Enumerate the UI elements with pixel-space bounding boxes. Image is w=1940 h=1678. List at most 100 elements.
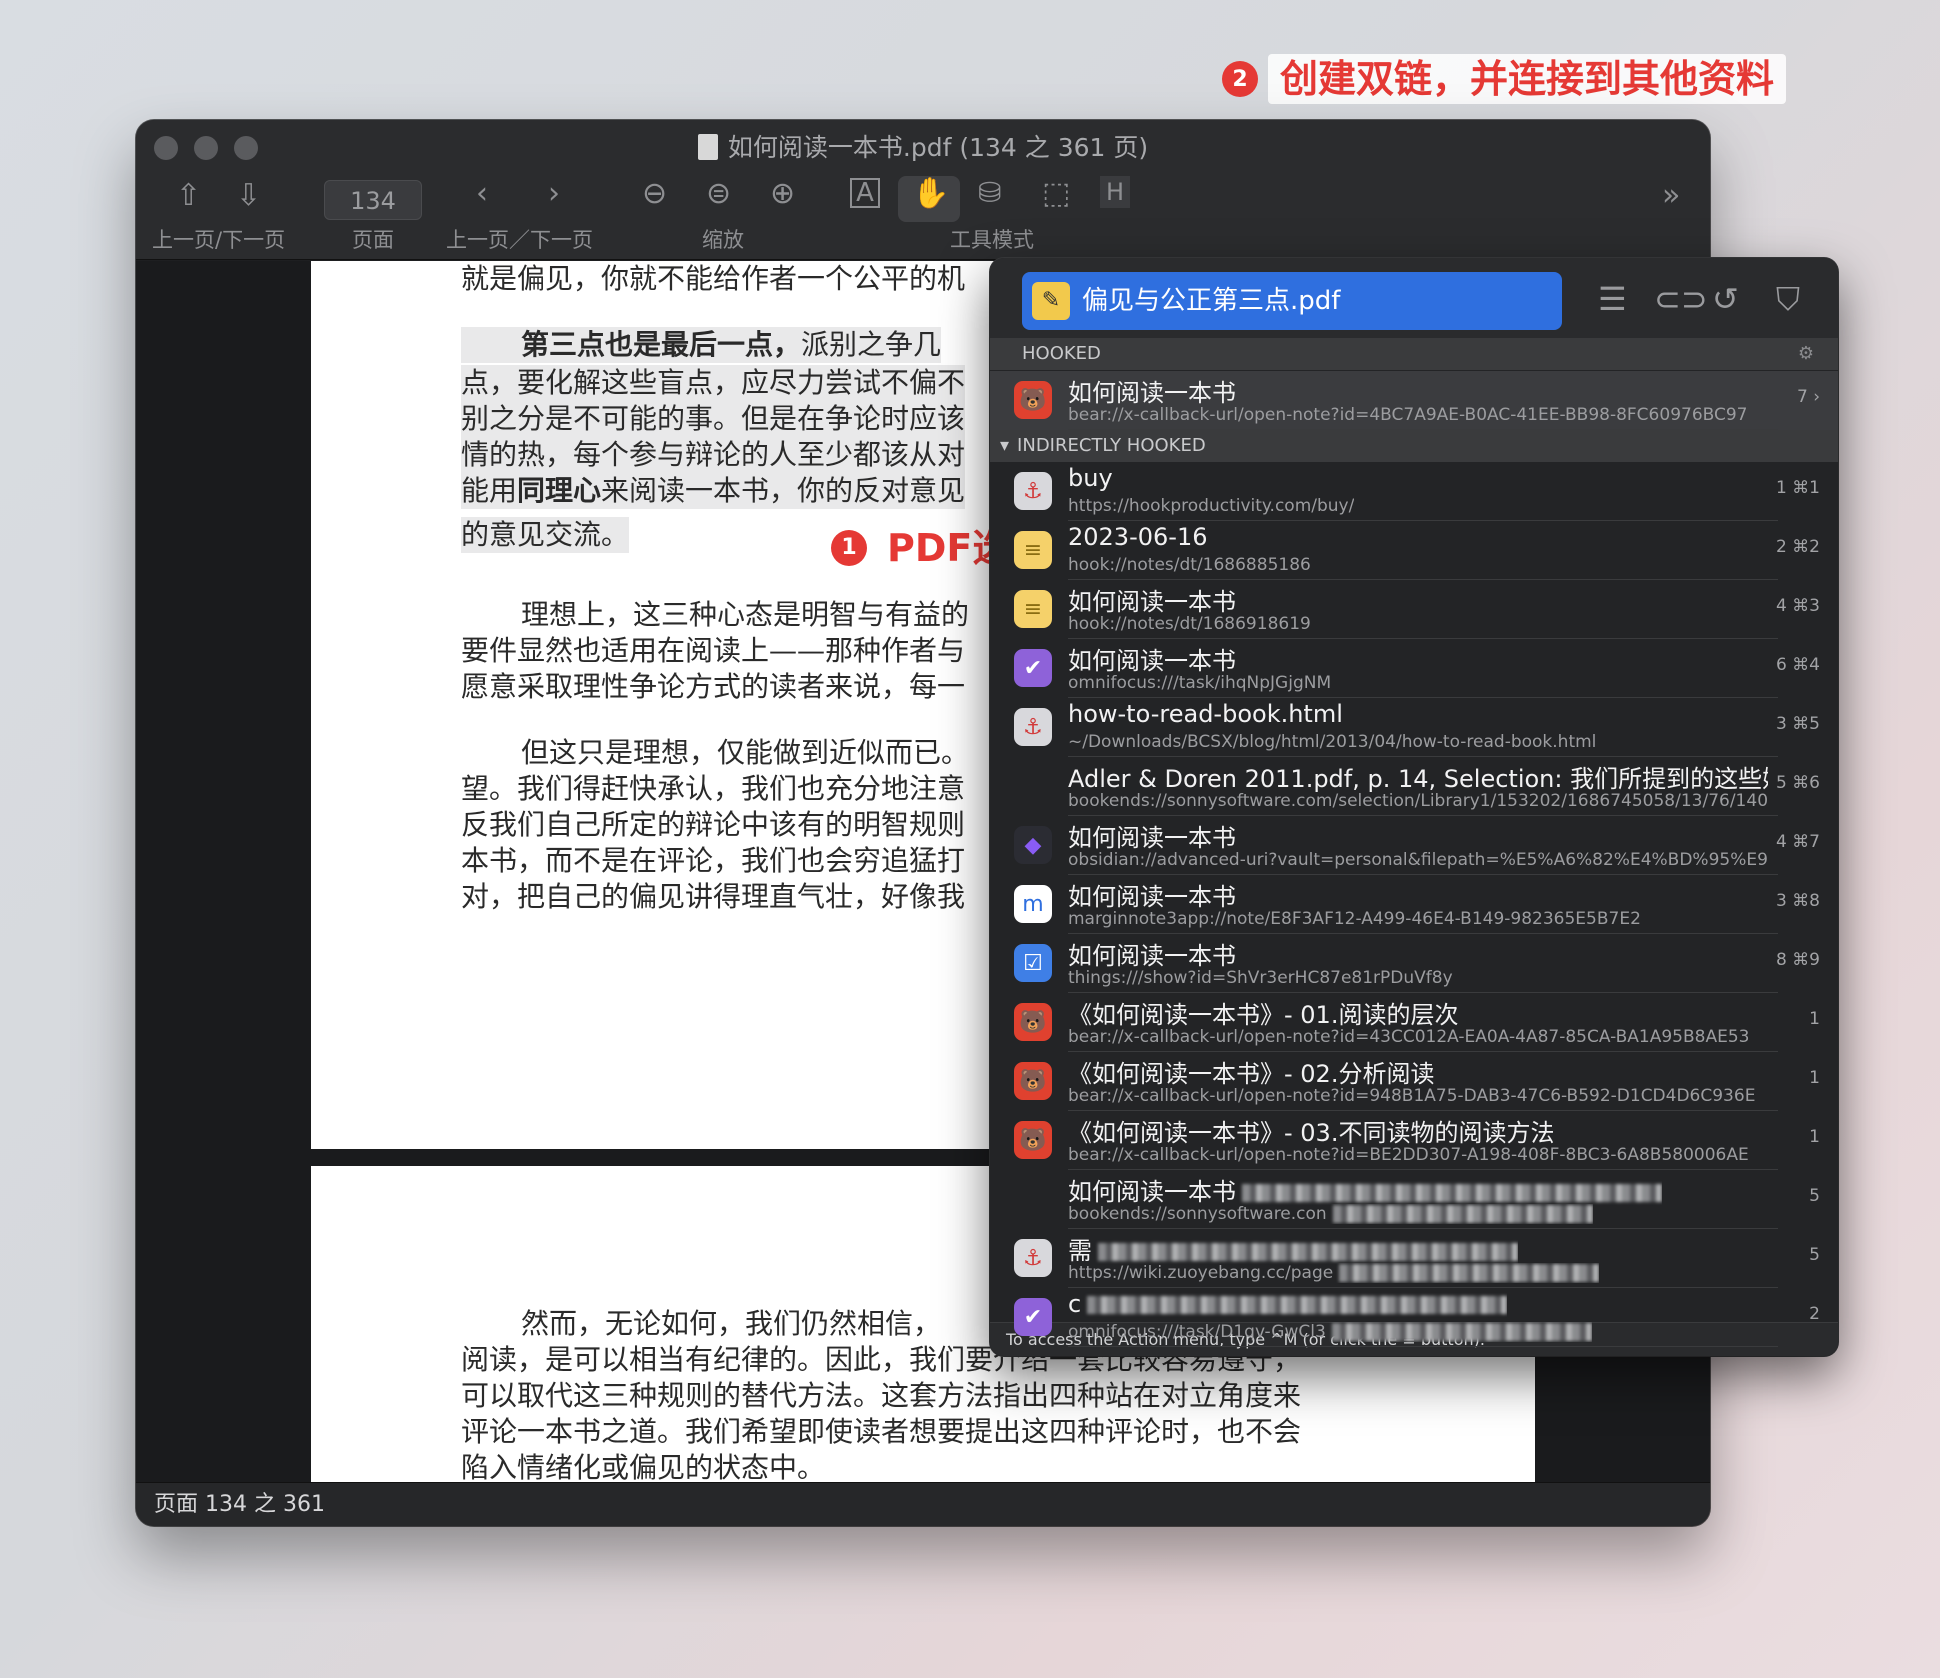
shortcut-label: 3 ⌘8 (1775, 891, 1820, 911)
link-row[interactable]: ☑ 如何阅读一本书 things:///show?id=ShVr3erHC87e81… (990, 934, 1838, 993)
page-down-icon[interactable]: ⇩ (236, 178, 261, 213)
disclosure-triangle-icon[interactable]: ▾ (1000, 435, 1009, 456)
prev-next-page-label: 上一页/下一页 (152, 228, 286, 252)
callout-text: 创建双链，并连接到其他资料 (1268, 54, 1787, 104)
text-line: 可以取代这三种规则的替代方法。这套方法指出四种站在对立角度来 (461, 1379, 1302, 1412)
toolbar: 如何阅读一本书.pdf (134 之 361 页) ⇧ ⇩ 上一页/下一页 13… (136, 120, 1710, 260)
zoom-out-icon[interactable]: ⊖ (642, 176, 667, 211)
gear-icon[interactable]: ⚙ (1798, 338, 1814, 370)
selected-text-line: 情的热，每个参与辩论的人至少都该从对 (461, 437, 966, 473)
link-url: https://wiki.zuoyebang.cc/page (1068, 1263, 1600, 1283)
obsidian-icon: ◆ (1014, 826, 1052, 864)
link-row[interactable]: ✔ c omnifocus:///task/D1qv-GwCl3 2 (990, 1288, 1838, 1347)
link-url: https://hookproductivity.com/buy/ (1068, 496, 1355, 516)
row-divider (1068, 429, 1778, 430)
text-line: 望。我们得赶快承认，我们也充分地注意 (461, 772, 966, 805)
action-menu-icon[interactable]: ☰ (1598, 280, 1627, 318)
selected-text-line: 的意见交流。 (461, 517, 630, 553)
things-icon: ☑ (1014, 944, 1052, 982)
shortcut-label: 1 (1809, 1068, 1820, 1088)
zoom-actual-icon[interactable]: ⊜ (706, 176, 731, 211)
link-row[interactable]: m 如何阅读一本书 marginnote3app://note/E8F3AF12-A… (990, 875, 1838, 934)
link-title: Adler & Doren 2011.pdf, p. 14, Selection… (1068, 765, 1768, 793)
link-title: 2023-06-16 (1068, 523, 1208, 551)
text-line: 反我们自己所定的辩论中该有的明智规则 (461, 808, 966, 841)
link-url: hook://notes/dt/1686885186 (1068, 555, 1311, 575)
selected-text-line: 别之分是不可能的事。但是在争论时应该 (461, 401, 966, 437)
shortcut-label: 6 ⌘4 (1775, 655, 1820, 675)
hand-tool-icon[interactable]: ✋ (912, 176, 949, 211)
bear-icon: 🐻 (1014, 1003, 1052, 1041)
page-number-field[interactable]: 134 (324, 180, 422, 220)
window-title: 如何阅读一本书.pdf (134 之 361 页) (136, 130, 1710, 166)
zoom-in-icon[interactable]: ⊕ (770, 176, 795, 211)
shortcut-label: 4 ⌘3 (1775, 596, 1820, 616)
link-row[interactable]: Adler & Doren 2011.pdf, p. 14, Selection… (990, 757, 1838, 816)
shortcut-label: 4 ⌘7 (1775, 832, 1820, 852)
link-title: 需 (1068, 1231, 1518, 1266)
link-title: 如何阅读一本书 (1068, 588, 1236, 616)
omnifocus-icon: ✔ (1014, 1298, 1052, 1336)
hook-icon: ⚓ (1014, 472, 1052, 510)
hook-to-new-icon[interactable]: ↺ (1712, 280, 1739, 318)
link-row[interactable]: ≡ 2023-06-16 hook://notes/dt/1686885186 2 ⌘… (990, 521, 1838, 580)
link-row[interactable]: 🐻 《如何阅读一本书》- 02.分析阅读 bear://x-callback-url… (990, 1052, 1838, 1111)
text-line: 评论一本书之道。我们希望即使读者想要提出这四种评论时，也不会 (461, 1415, 1302, 1448)
link-url: bear://x-callback-url/open-note?id=948B1… (1068, 1086, 1756, 1106)
page-up-icon[interactable]: ⇧ (176, 178, 201, 213)
redacted-text (1098, 1243, 1518, 1261)
status-bar: 页面 134 之 361 (136, 1482, 1710, 1526)
link-url: marginnote3app://note/E8F3AF12-A499-46E4… (1068, 909, 1641, 929)
link-title: 《如何阅读一本书》- 02.分析阅读 (1068, 1060, 1435, 1088)
link-title: how-to-read-book.html (1068, 700, 1343, 728)
link-title: 如何阅读一本书 (1068, 824, 1236, 852)
forward-chevron-icon[interactable]: › (548, 176, 560, 211)
link-url: things:///show?id=ShVr3erHC87e81rPDuVf8y (1068, 968, 1453, 988)
bear-icon: 🐻 (1014, 1062, 1052, 1100)
link-url: omnifocus:///task/ihqNpJGjgNM (1068, 673, 1332, 693)
notes-icon: ≡ (1014, 531, 1052, 569)
hooked-file-title[interactable]: ✎ 偏见与公正第三点.pdf (1022, 272, 1562, 330)
hook-icon: ⚓ (1014, 1239, 1052, 1277)
magnifier-tool-icon[interactable]: ⛁ (978, 176, 1001, 209)
link-row[interactable]: ◆ 如何阅读一本书 obsidian://advanced-uri?vault=pe… (990, 816, 1838, 875)
link-title: 如何阅读一本书 (1068, 942, 1236, 970)
highlight-tool-icon[interactable]: H (1100, 176, 1131, 208)
link-url: obsidian://advanced-uri?vault=personal&f… (1068, 850, 1768, 870)
back-chevron-icon[interactable]: ‹ (476, 176, 488, 211)
indirectly-hooked-section-header[interactable]: ▾ INDIRECTLY HOOKED (990, 430, 1838, 462)
callout-number-badge: 1 (831, 530, 867, 566)
link-row[interactable]: 🐻 《如何阅读一本书》- 01.阅读的层次 bear://x-callback-ur… (990, 993, 1838, 1052)
text-line: 愿意采取理性争论方式的读者来说，每一 (461, 670, 966, 703)
link-row[interactable]: ⚓ buy https://hookproductivity.com/buy/1 ⌘… (990, 462, 1838, 521)
link-row[interactable]: 🐻 如何阅读一本书 bear://x-callback-url/open-note?… (990, 371, 1838, 430)
link-title: c (1068, 1290, 1508, 1318)
text-line: 要件显然也适用在阅读上——那种作者与 (461, 634, 966, 667)
bear-icon: 🐻 (1014, 381, 1052, 419)
selected-text-line: 能用同理心来阅读一本书，你的反对意见 (461, 473, 966, 509)
row-divider (1068, 1346, 1778, 1347)
shortcut-label: 2 (1809, 1304, 1820, 1324)
text-line: 陷入情绪化或偏见的状态中。 (461, 1451, 826, 1482)
toolbar-overflow-icon[interactable]: » (1662, 178, 1680, 213)
link-row[interactable]: ⚓ 需 https://wiki.zuoyebang.cc/page 5 (990, 1229, 1838, 1288)
shortcut-label: 1 (1809, 1127, 1820, 1147)
link-row[interactable]: 如何阅读一本书 bookends://sonnysoftware.con 5 (990, 1170, 1838, 1229)
blank-icon (1014, 1180, 1052, 1218)
pdf-file-icon: ✎ (1032, 282, 1070, 320)
link-title: 如何阅读一本书 (1068, 1172, 1662, 1207)
blank-icon (1014, 767, 1052, 805)
copy-link-icon[interactable]: ⊂⊃ (1654, 280, 1708, 318)
marquee-select-icon[interactable]: ⬚ (1042, 176, 1070, 211)
bookmark-icon[interactable]: ⛉ (1776, 280, 1800, 319)
link-url: bear://x-callback-url/open-note?id=43CC0… (1068, 1027, 1750, 1047)
text-select-tool-icon[interactable]: A (850, 178, 880, 208)
back-forward-label: 上一页／下一页 (446, 228, 593, 252)
hooked-section-header: HOOKED ⚙ (990, 338, 1838, 370)
link-row[interactable]: ≡ 如何阅读一本书 hook://notes/dt/1686918619 4 ⌘3 (990, 580, 1838, 639)
link-url: hook://notes/dt/1686918619 (1068, 614, 1311, 634)
link-row[interactable]: ✔ 如何阅读一本书 omnifocus:///task/ihqNpJGjgNM 6 ⌘… (990, 639, 1838, 698)
shortcut-label: 2 ⌘2 (1775, 537, 1820, 557)
link-row[interactable]: ⚓ how-to-read-book.html ~/Downloads/BCSX/b… (990, 698, 1838, 757)
link-row[interactable]: 🐻 《如何阅读一本书》- 03.不同读物的阅读方法 bear://x-callbac… (990, 1111, 1838, 1170)
